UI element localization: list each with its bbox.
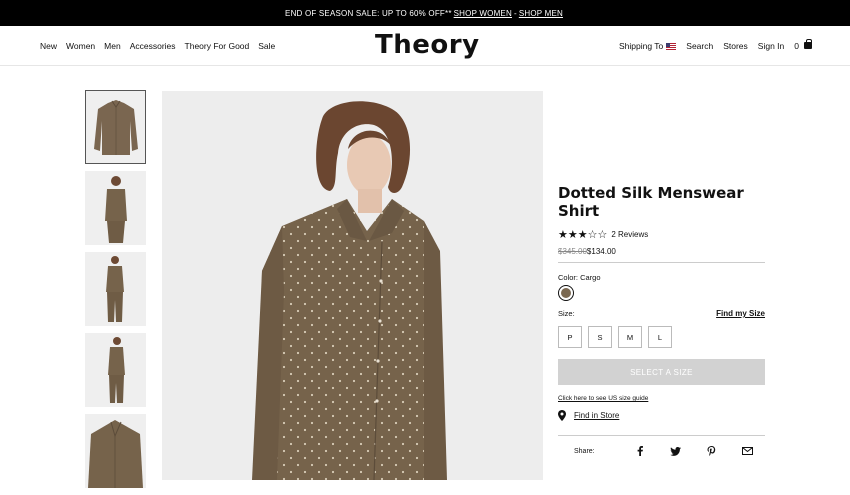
shop-men-link[interactable]: SHOP MEN — [519, 9, 563, 18]
thumbnail-shirt-flat[interactable] — [85, 90, 146, 164]
us-flag-icon — [666, 42, 677, 50]
nav-sale[interactable]: Sale — [258, 41, 275, 51]
site-header: New Women Men Accessories Theory For Goo… — [0, 26, 850, 66]
thumbnail-model-front[interactable] — [85, 171, 146, 245]
main-nav: New Women Men Accessories Theory For Goo… — [40, 26, 284, 66]
nav-new[interactable]: New — [40, 41, 57, 51]
bag-button[interactable]: 0 — [794, 38, 812, 51]
size-option-p[interactable]: P — [558, 326, 582, 348]
promo-separator: - — [513, 8, 517, 18]
reviews-link[interactable]: 2 Reviews — [611, 230, 648, 239]
size-label: Size: — [558, 309, 575, 318]
location-pin-icon — [558, 410, 566, 421]
find-in-store-label: Find in Store — [574, 411, 620, 420]
thumbnail-model-full[interactable] — [85, 252, 146, 326]
nav-men[interactable]: Men — [104, 41, 121, 51]
product-title-line1: Dotted Silk Menswear — [558, 184, 744, 202]
pinterest-icon[interactable] — [694, 446, 730, 456]
product-rating: ★★★☆☆ 2 Reviews — [558, 228, 765, 241]
promo-banner: END OF SEASON SALE: UP TO 60% OFF** SHOP… — [0, 0, 850, 26]
shipping-to-button[interactable]: Shipping To — [619, 41, 677, 51]
sign-in-link[interactable]: Sign In — [758, 41, 784, 51]
shop-women-link[interactable]: SHOP WOMEN — [454, 9, 512, 18]
find-in-store[interactable]: Find in Store — [558, 410, 765, 421]
thumbnail-model-side[interactable] — [85, 333, 146, 407]
facebook-icon[interactable] — [622, 446, 658, 456]
twitter-icon[interactable] — [658, 446, 694, 456]
product-title-line2: Shirt — [558, 202, 600, 220]
find-my-size-link[interactable]: Find my Size — [716, 309, 765, 318]
size-options: P S M L — [558, 326, 765, 348]
swatch-fill — [561, 288, 571, 298]
bag-count: 0 — [794, 41, 799, 51]
product-info-panel: Dotted Silk Menswear Shirt ★★★☆☆ 2 Revie… — [558, 184, 765, 456]
select-size-button[interactable]: SELECT A SIZE — [558, 359, 765, 385]
star-rating-icon: ★★★☆☆ — [558, 229, 608, 241]
stores-link[interactable]: Stores — [723, 41, 748, 51]
email-icon[interactable] — [729, 447, 765, 455]
color-label: Color: Cargo — [558, 273, 601, 282]
original-price: $345.00 — [558, 247, 587, 256]
size-option-s[interactable]: S — [588, 326, 612, 348]
color-swatch-cargo[interactable] — [558, 285, 574, 301]
shopping-bag-icon — [804, 38, 812, 49]
divider — [558, 435, 765, 436]
shipping-label: Shipping To — [619, 41, 664, 51]
size-header: Size: Find my Size — [558, 309, 765, 318]
sale-price: $134.00 — [586, 247, 616, 256]
nav-women[interactable]: Women — [66, 41, 95, 51]
size-option-m[interactable]: M — [618, 326, 642, 348]
utility-nav: Shipping To Search Stores Sign In 0 — [609, 26, 812, 66]
thumbnail-list — [85, 90, 146, 495]
main-product-image[interactable] — [162, 91, 543, 480]
theory-logo[interactable]: Theory — [375, 30, 480, 60]
share-label: Share: — [574, 447, 595, 455]
size-guide-link[interactable]: Click here to see US size guide — [558, 395, 765, 402]
share-row: Share: — [558, 446, 765, 456]
size-option-l[interactable]: L — [648, 326, 672, 348]
nav-accessories[interactable]: Accessories — [130, 41, 176, 51]
nav-theory-for-good[interactable]: Theory For Good — [185, 41, 250, 51]
promo-text: END OF SEASON SALE: UP TO 60% OFF** — [285, 8, 452, 18]
product-title: Dotted Silk Menswear Shirt — [558, 184, 765, 220]
thumbnail-detail[interactable] — [85, 414, 146, 488]
search-link[interactable]: Search — [686, 41, 713, 51]
product-price: $345.00$134.00 — [558, 247, 765, 263]
